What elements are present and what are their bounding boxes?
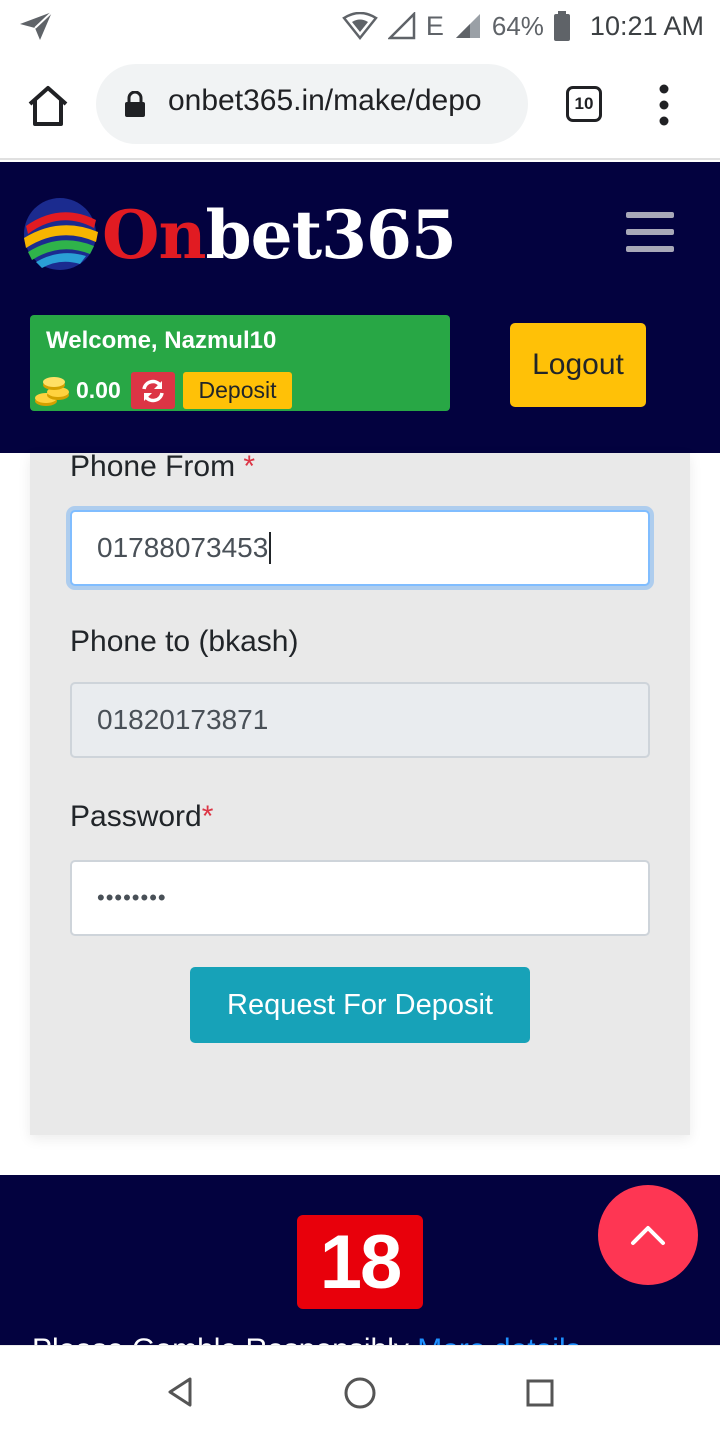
nav-home-icon[interactable] xyxy=(343,1376,377,1410)
phone-from-label: Phone From * xyxy=(70,450,256,483)
battery-icon xyxy=(553,11,570,41)
browser-toolbar: onbet365.in/make/depo 10 xyxy=(0,52,720,160)
signal-empty-icon xyxy=(387,12,416,40)
signal-icon xyxy=(455,14,480,38)
chevron-up-icon xyxy=(631,1226,665,1245)
tab-switcher-button[interactable]: 10 xyxy=(566,86,602,122)
address-bar[interactable]: onbet365.in/make/depo xyxy=(96,64,528,144)
lock-icon xyxy=(125,91,145,117)
refresh-balance-button[interactable] xyxy=(131,372,175,409)
deposit-button[interactable]: Deposit xyxy=(183,372,292,409)
age-18-badge: 18 xyxy=(297,1215,423,1309)
coins-icon xyxy=(35,377,69,406)
status-bar: E 64% 10:21 AM xyxy=(0,0,720,52)
send-icon xyxy=(20,11,53,40)
system-nav-bar xyxy=(0,1345,720,1440)
password-input[interactable]: •••••••• xyxy=(70,860,650,936)
deposit-form: Phone From * 01788073453 Phone to (bkash… xyxy=(30,450,690,1135)
account-panel: Welcome, Nazmul10 0.00 Deposit xyxy=(30,315,450,411)
clock: 10:21 AM xyxy=(589,10,704,41)
back-icon[interactable] xyxy=(166,1376,194,1408)
scroll-to-top-button[interactable] xyxy=(598,1185,698,1285)
home-icon[interactable] xyxy=(24,82,72,130)
balance-amount: 0.00 xyxy=(76,377,121,403)
refresh-icon xyxy=(142,379,164,402)
network-type: E xyxy=(425,10,444,41)
site-logo[interactable]: Onbet365 xyxy=(20,194,457,284)
wifi-icon xyxy=(342,12,378,40)
logo-text: Onbet365 xyxy=(102,196,457,274)
welcome-text: Welcome, Nazmul10 xyxy=(46,327,277,354)
password-label: Password* xyxy=(70,800,214,833)
text-caret xyxy=(269,532,272,564)
hamburger-menu-icon[interactable] xyxy=(626,212,674,252)
recent-apps-icon[interactable] xyxy=(526,1379,554,1407)
phone-from-input[interactable]: 01788073453 xyxy=(70,510,650,586)
url-text: onbet365.in/make/depo xyxy=(168,84,482,117)
logo-ball-icon xyxy=(24,198,98,270)
phone-to-label: Phone to (bkash) xyxy=(70,625,299,658)
logout-button[interactable]: Logout xyxy=(510,323,646,407)
more-vert-icon[interactable] xyxy=(654,84,674,126)
site-header: Onbet365 Welcome, Nazmul10 0.00 Deposit … xyxy=(0,162,720,453)
footer-text: Please Gamble Responsibly More details xyxy=(32,1333,581,1345)
request-deposit-button[interactable]: Request For Deposit xyxy=(190,967,530,1043)
phone-to-input: 01820173871 xyxy=(70,682,650,758)
more-details-link[interactable]: More details xyxy=(417,1333,580,1345)
battery-percent: 64% xyxy=(491,10,544,41)
